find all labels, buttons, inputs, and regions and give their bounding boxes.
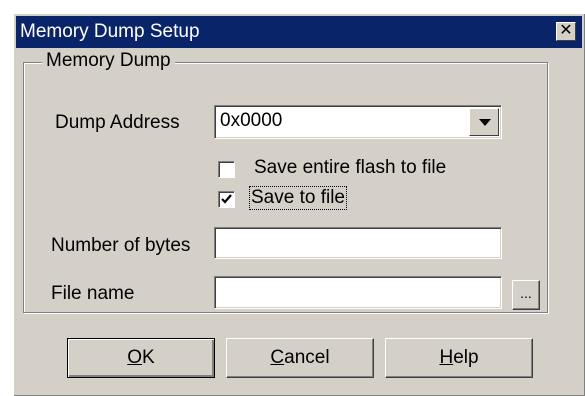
checkmark-icon (221, 194, 232, 204)
save-to-file-checkbox[interactable] (218, 191, 235, 208)
cancel-button[interactable]: Cancel (226, 338, 374, 378)
number-of-bytes-field[interactable] (214, 227, 502, 259)
file-name-label: File name (51, 283, 135, 304)
window-title: Memory Dump Setup (20, 21, 200, 42)
save-entire-flash-checkbox[interactable] (218, 161, 235, 178)
number-of-bytes-label: Number of bytes (51, 235, 191, 256)
help-mnemonic: H (439, 347, 454, 368)
close-icon[interactable]: ✕ (556, 22, 576, 41)
dump-address-combobox[interactable]: 0x0000 (214, 105, 502, 139)
chevron-down-icon (479, 119, 491, 126)
help-button[interactable]: Help (385, 338, 533, 378)
dump-address-label: Dump Address (55, 112, 180, 133)
save-entire-flash-label[interactable]: Save entire flash to file (254, 157, 446, 179)
dropdown-button[interactable] (469, 108, 499, 136)
browse-button[interactable]: ... (512, 280, 540, 310)
cancel-mnemonic: C (270, 347, 285, 368)
ok-mnemonic: O (127, 347, 143, 368)
ok-label-rest: K (142, 347, 155, 368)
groupbox-label: Memory Dump (42, 50, 175, 72)
title-bar[interactable]: Memory Dump Setup ✕ (16, 16, 582, 48)
help-label-rest: elp (453, 347, 479, 368)
cancel-label-rest: ancel (284, 347, 330, 368)
file-name-field[interactable] (214, 276, 502, 309)
dump-address-value: 0x0000 (220, 110, 283, 131)
save-to-file-label[interactable]: Save to file (249, 186, 347, 210)
ok-button[interactable]: OK (67, 338, 215, 378)
